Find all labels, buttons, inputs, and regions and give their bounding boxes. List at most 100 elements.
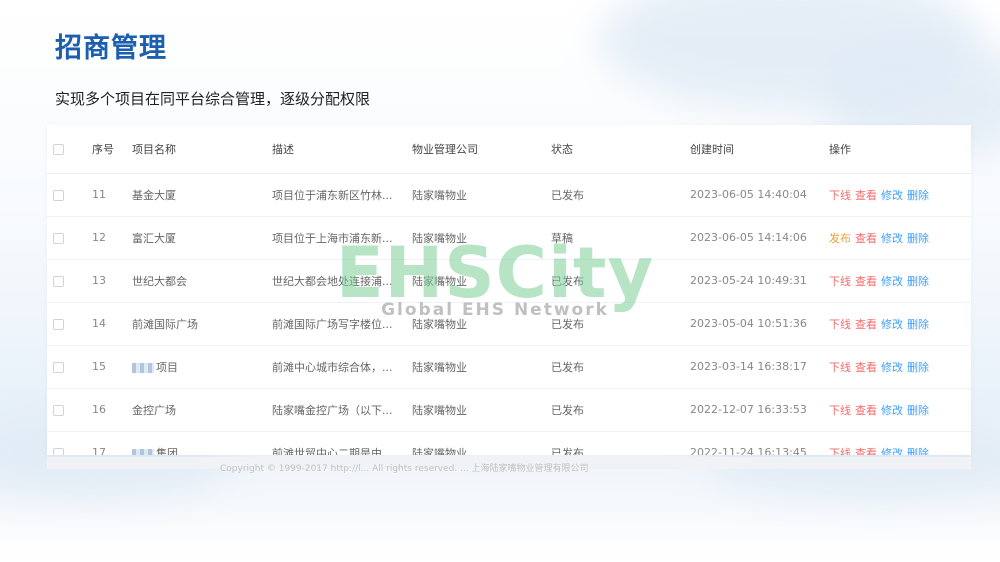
delete-link[interactable]: 删除 xyxy=(907,189,929,202)
project-name-text: 集团 xyxy=(156,446,178,456)
row-actions: 下线 查看 修改 删除 xyxy=(829,431,971,455)
table-row: 15 项目 前滩中心城市综合体，... 陆家嘴物业 已发布 2023-03-14 16:3… xyxy=(47,345,971,389)
row-actions: 下线 查看 修改 删除 xyxy=(829,173,971,217)
row-created-time: 2023-06-05 14:14:06 xyxy=(690,216,829,260)
row-project-name: 世纪大都会 xyxy=(132,259,272,303)
row-created-time: 2023-06-05 14:40:04 xyxy=(690,173,829,217)
row-index: 17 xyxy=(92,431,132,455)
row-status: 已发布 xyxy=(551,259,690,303)
table-row: 13 世纪大都会 世纪大都会地处连接浦... 陆家嘴物业 已发布 2023-05-24 1… xyxy=(47,259,971,303)
edit-link[interactable]: 修改 xyxy=(881,318,903,331)
view-link[interactable]: 查看 xyxy=(855,361,877,374)
row-index: 16 xyxy=(92,388,132,432)
row-company: 陆家嘴物业 xyxy=(412,431,551,455)
edit-link[interactable]: 修改 xyxy=(881,361,903,374)
row-checkbox[interactable] xyxy=(53,361,64,373)
delete-link[interactable]: 删除 xyxy=(907,447,929,456)
row-status: 草稿 xyxy=(551,216,690,260)
offline-link[interactable]: 下线 xyxy=(829,447,851,456)
table-row: 12 富汇大厦 项目位于上海市浦东新... 陆家嘴物业 草稿 2023-06-05 14:… xyxy=(47,216,971,260)
row-checkbox[interactable] xyxy=(53,318,64,330)
project-name-text: 金控广场 xyxy=(132,403,176,417)
row-project-name: 金控广场 xyxy=(132,388,272,432)
row-description: 项目位于浦东新区竹林... xyxy=(272,173,412,217)
footer-copyright: Copyright © 1999-2017 http://l... All ri… xyxy=(220,464,589,474)
edit-link[interactable]: 修改 xyxy=(881,447,903,456)
offline-link[interactable]: 下线 xyxy=(829,404,851,417)
row-actions: 下线 查看 修改 删除 xyxy=(829,302,971,346)
project-name-text: 前滩国际广场 xyxy=(132,317,198,331)
delete-link[interactable]: 删除 xyxy=(907,318,929,331)
project-name-text: 项目 xyxy=(156,360,178,374)
row-checkbox[interactable] xyxy=(53,404,64,416)
view-link[interactable]: 查看 xyxy=(855,275,877,288)
select-all-checkbox[interactable] xyxy=(53,143,64,155)
row-index: 11 xyxy=(92,173,132,217)
edit-link[interactable]: 修改 xyxy=(881,275,903,288)
delete-link[interactable]: 删除 xyxy=(907,361,929,374)
row-company: 陆家嘴物业 xyxy=(412,216,551,260)
row-project-name: 基金大厦 xyxy=(132,173,272,217)
page-title: 招商管理 xyxy=(55,33,167,64)
offline-link[interactable]: 下线 xyxy=(829,275,851,288)
view-link[interactable]: 查看 xyxy=(855,232,877,245)
delete-link[interactable]: 删除 xyxy=(907,275,929,288)
row-created-time: 2023-05-24 10:49:31 xyxy=(690,259,829,303)
column-header-created: 创建时间 xyxy=(690,125,829,174)
project-name-text: 基金大厦 xyxy=(132,188,176,202)
view-link[interactable]: 查看 xyxy=(855,404,877,417)
edit-link[interactable]: 修改 xyxy=(881,189,903,202)
view-link[interactable]: 查看 xyxy=(855,189,877,202)
edit-link[interactable]: 修改 xyxy=(881,404,903,417)
row-created-time: 2023-05-04 10:51:36 xyxy=(690,302,829,346)
project-name-text: 富汇大厦 xyxy=(132,231,176,245)
row-status: 已发布 xyxy=(551,302,690,346)
project-name-text: 世纪大都会 xyxy=(132,274,187,288)
table-row: 16 金控广场 陆家嘴金控广场（以下... 陆家嘴物业 已发布 2022-12-07 16… xyxy=(47,388,971,432)
column-header-index: 序号 xyxy=(92,125,132,174)
row-project-name: 前滩国际广场 xyxy=(132,302,272,346)
row-checkbox[interactable] xyxy=(53,189,64,201)
row-actions: 下线 查看 修改 删除 xyxy=(829,345,971,389)
edit-link[interactable]: 修改 xyxy=(881,232,903,245)
row-company: 陆家嘴物业 xyxy=(412,259,551,303)
offline-link[interactable]: 下线 xyxy=(829,189,851,202)
row-description: 前滩国际广场写字楼位... xyxy=(272,302,412,346)
row-status: 已发布 xyxy=(551,345,690,389)
delete-link[interactable]: 删除 xyxy=(907,232,929,245)
row-actions: 发布 查看 修改 删除 xyxy=(829,216,971,260)
row-index: 13 xyxy=(92,259,132,303)
table-row: 11 基金大厦 项目位于浦东新区竹林... 陆家嘴物业 已发布 2023-06-05 14… xyxy=(47,173,971,217)
table-header-row: 序号 项目名称 描述 物业管理公司 状态 创建时间 操作 xyxy=(47,125,971,174)
row-description: 前滩世贸中心二期是由... xyxy=(272,431,412,455)
row-status: 已发布 xyxy=(551,388,690,432)
row-project-name: 富汇大厦 xyxy=(132,216,272,260)
row-actions: 下线 查看 修改 删除 xyxy=(829,259,971,303)
view-link[interactable]: 查看 xyxy=(855,447,877,456)
offline-link[interactable]: 下线 xyxy=(829,361,851,374)
publish-link[interactable]: 发布 xyxy=(829,232,851,245)
row-company: 陆家嘴物业 xyxy=(412,302,551,346)
row-description: 前滩中心城市综合体，... xyxy=(272,345,412,389)
column-header-desc: 描述 xyxy=(272,125,412,174)
row-status: 已发布 xyxy=(551,173,690,217)
row-index: 14 xyxy=(92,302,132,346)
column-header-status: 状态 xyxy=(551,125,690,174)
column-header-name: 项目名称 xyxy=(132,125,272,174)
row-description: 项目位于上海市浦东新... xyxy=(272,216,412,260)
row-project-name: 项目 xyxy=(132,345,272,389)
row-checkbox[interactable] xyxy=(53,232,64,244)
row-company: 陆家嘴物业 xyxy=(412,388,551,432)
column-header-company: 物业管理公司 xyxy=(412,125,551,174)
row-index: 15 xyxy=(92,345,132,389)
row-index: 12 xyxy=(92,216,132,260)
delete-link[interactable]: 删除 xyxy=(907,404,929,417)
row-checkbox[interactable] xyxy=(53,447,64,455)
column-header-ops: 操作 xyxy=(829,125,971,174)
offline-link[interactable]: 下线 xyxy=(829,318,851,331)
row-created-time: 2023-03-14 16:38:17 xyxy=(690,345,829,389)
row-company: 陆家嘴物业 xyxy=(412,173,551,217)
row-checkbox[interactable] xyxy=(53,275,64,287)
view-link[interactable]: 查看 xyxy=(855,318,877,331)
redacted-name-mosaic xyxy=(132,362,154,373)
